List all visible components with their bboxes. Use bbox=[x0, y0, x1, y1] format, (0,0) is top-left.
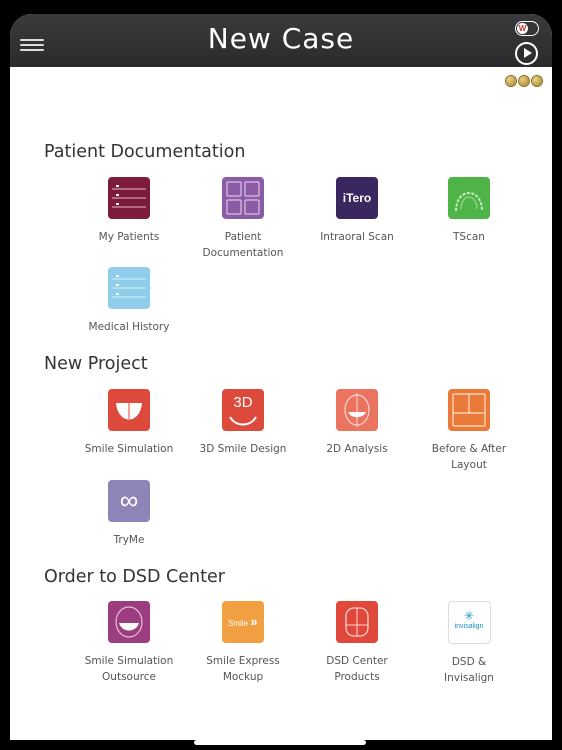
gold-dots-icon[interactable] bbox=[506, 73, 545, 91]
2d-analysis-button[interactable]: 2D Analysis bbox=[297, 389, 417, 457]
smile-express-mockup-label: Smile Express Mockup bbox=[206, 655, 280, 683]
before-after-layout-button[interactable]: Before & After Layout bbox=[409, 389, 529, 473]
dsd-center-products-button[interactable]: DSD Center Products bbox=[297, 601, 417, 685]
invisalign-icon: ✳ invisalign bbox=[447, 601, 491, 644]
my-patients-label: My Patients bbox=[98, 231, 160, 243]
3d-smile-design-label: 3D Smile Design bbox=[199, 443, 287, 455]
toggle-letter: W bbox=[517, 23, 528, 34]
medical-list-icon bbox=[108, 267, 150, 309]
home-indicator[interactable] bbox=[194, 740, 366, 745]
invisalign-logo-text: invisalign bbox=[454, 623, 484, 630]
section-title-order-dsd-center: Order to DSD Center bbox=[44, 567, 225, 587]
3d-smile-icon: 3D bbox=[222, 389, 264, 431]
tscan-label: TScan bbox=[453, 231, 485, 243]
tryme-button[interactable]: ∞ TryMe bbox=[69, 480, 189, 548]
dsd-invisalign-label: DSD & Invisalign bbox=[444, 656, 494, 684]
tooth-outline-icon bbox=[336, 601, 378, 643]
3d-smile-design-button[interactable]: 3D 3D Smile Design bbox=[183, 389, 303, 457]
my-patients-button[interactable]: My Patients bbox=[69, 177, 189, 245]
section-title-new-project: New Project bbox=[44, 354, 148, 374]
medical-history-label: Medical History bbox=[88, 321, 170, 333]
smile-express-mockup-button[interactable]: Smile » Smile Express Mockup bbox=[183, 601, 303, 685]
page-title: New Case bbox=[207, 22, 355, 55]
intraoral-scan-button[interactable]: iTero Intraoral Scan bbox=[297, 177, 417, 245]
analysis-face-icon bbox=[336, 389, 378, 431]
medical-history-button[interactable]: Medical History bbox=[69, 267, 189, 335]
grid-icon bbox=[222, 177, 264, 219]
dsd-invisalign-button[interactable]: ✳ invisalign DSD & Invisalign bbox=[409, 601, 529, 686]
smile-simulation-outsource-label: Smile Simulation Outsource bbox=[84, 655, 174, 683]
intraoral-scan-label: Intraoral Scan bbox=[320, 231, 394, 243]
toggle-switch[interactable]: W bbox=[515, 21, 539, 36]
layout-icon bbox=[448, 389, 490, 431]
before-after-layout-label: Before & After Layout bbox=[431, 443, 507, 471]
smile-simulation-label: Smile Simulation bbox=[84, 443, 174, 455]
app-window: New Case W Patient Documentation My Pati… bbox=[10, 14, 552, 740]
3d-text: 3D bbox=[233, 394, 253, 411]
section-title-patient-documentation: Patient Documentation bbox=[44, 142, 246, 162]
tryme-label: TryMe bbox=[113, 534, 145, 546]
patient-documentation-label: Patient Documentation bbox=[202, 231, 284, 259]
play-icon[interactable] bbox=[515, 42, 538, 65]
2d-analysis-label: 2D Analysis bbox=[326, 443, 388, 455]
smile-simulation-outsource-button[interactable]: Smile Simulation Outsource bbox=[69, 601, 189, 685]
infinity-icon: ∞ bbox=[108, 480, 150, 522]
smile-express-icon: Smile » bbox=[222, 601, 264, 643]
tscan-button[interactable]: TScan bbox=[409, 177, 529, 245]
itero-icon: iTero bbox=[336, 177, 378, 219]
smile-icon bbox=[108, 389, 150, 431]
patient-list-icon bbox=[108, 177, 150, 219]
patient-documentation-button[interactable]: Patient Documentation bbox=[183, 177, 303, 261]
smile-text: Smile bbox=[228, 619, 249, 628]
itero-logo-text: iTero bbox=[342, 191, 372, 205]
dsd-center-products-label: DSD Center Products bbox=[326, 655, 388, 683]
outsource-smile-icon bbox=[108, 601, 150, 643]
dental-arch-icon bbox=[448, 177, 490, 219]
smile-simulation-button[interactable]: Smile Simulation bbox=[69, 389, 189, 457]
header-bar: New Case W bbox=[10, 14, 552, 67]
